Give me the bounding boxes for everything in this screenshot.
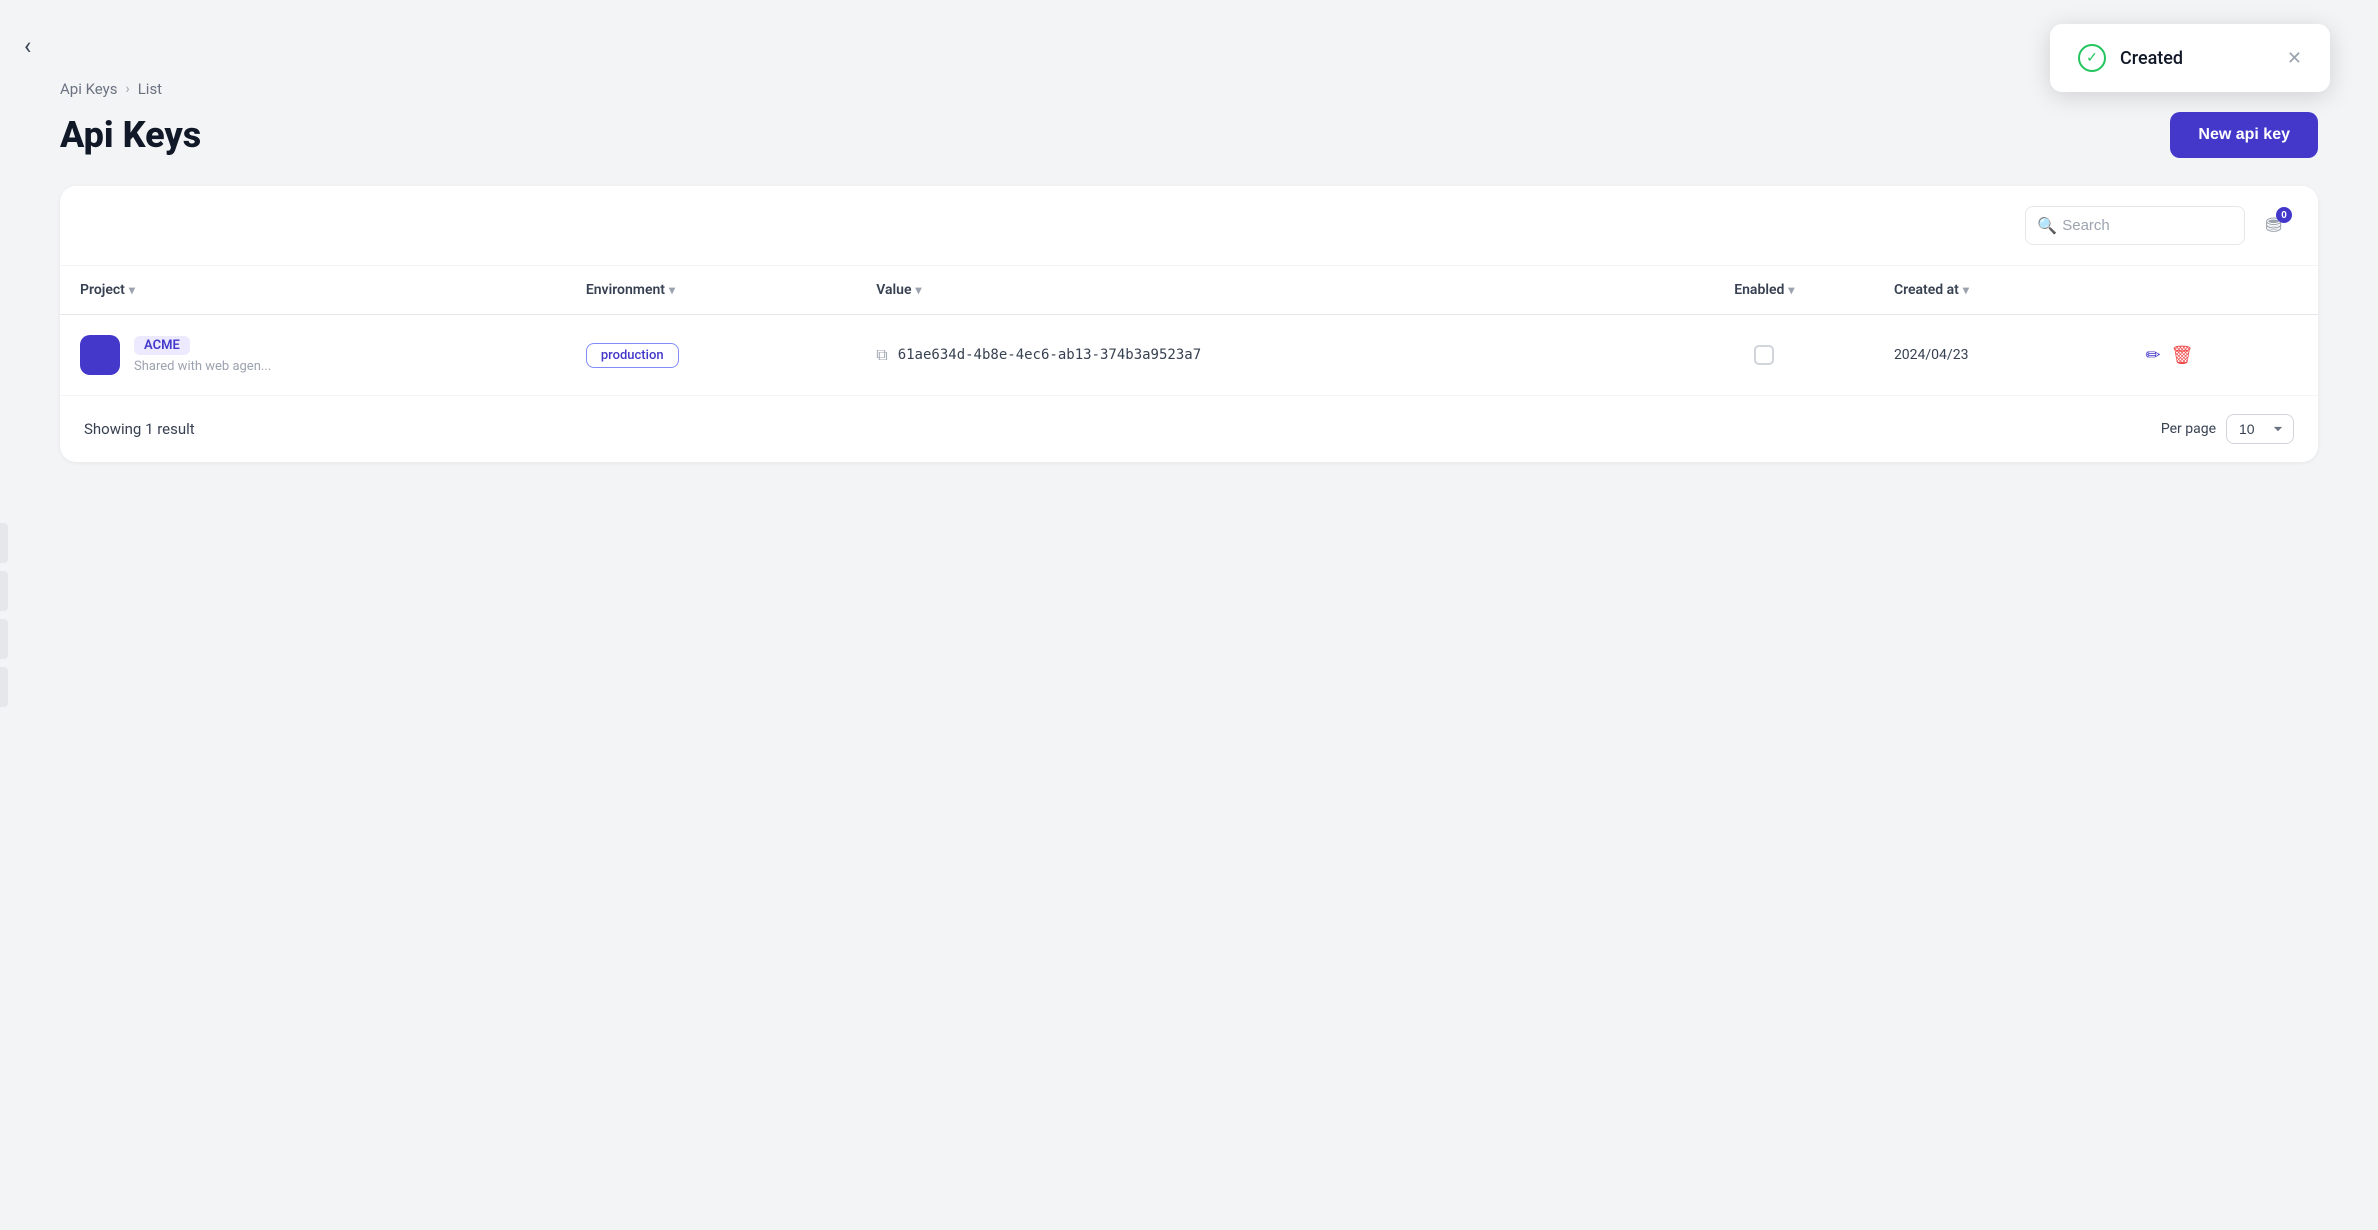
per-page-wrap: Per page 10 25 50 100 — [2161, 414, 2294, 444]
search-input[interactable] — [2025, 206, 2245, 245]
breadcrumb-parent[interactable]: Api Keys — [60, 80, 118, 98]
actions-cell: ✏ 🗑 — [2126, 315, 2319, 396]
environment-cell: production — [566, 315, 856, 396]
project-avatar — [80, 335, 120, 375]
api-keys-table-card: 🔍 ⛃ 0 Project ▾ — [60, 186, 2318, 462]
col-value[interactable]: Value ▾ — [856, 266, 1654, 315]
toast-success-icon: ✓ — [2078, 44, 2106, 72]
search-input-wrap: 🔍 — [2025, 206, 2245, 245]
per-page-select[interactable]: 10 25 50 100 — [2226, 414, 2294, 444]
back-button[interactable]: ‹ — [24, 32, 31, 60]
created-at-cell: 2024/04/23 — [1874, 315, 2126, 396]
search-icon: 🔍 — [2037, 216, 2057, 235]
table-row: ACME Shared with web agen... production … — [60, 315, 2318, 396]
toast-message: Created — [2120, 48, 2257, 69]
delete-button[interactable]: 🗑 — [2171, 345, 2194, 366]
sort-value-icon: ▾ — [916, 283, 922, 297]
col-created-at[interactable]: Created at ▾ — [1874, 266, 2126, 315]
filter-button[interactable]: ⛃ 0 — [2257, 209, 2290, 242]
col-environment[interactable]: Environment ▾ — [566, 266, 856, 315]
edit-button[interactable]: ✏ — [2146, 345, 2161, 366]
sidebar-peek — [0, 523, 8, 707]
environment-badge: production — [586, 343, 679, 368]
project-description: Shared with web agen... — [134, 359, 271, 374]
main-content: Api Keys › List Api Keys New api key 🔍 ⛃… — [0, 0, 2378, 502]
per-page-label: Per page — [2161, 421, 2216, 437]
value-cell: ⧉ 61ae634d-4b8e-4ec6-ab13-374b3a9523a7 — [856, 315, 1654, 396]
toast-notification: ✓ Created ✕ — [2050, 24, 2330, 92]
project-name-badge: ACME — [134, 336, 190, 355]
table-body: ACME Shared with web agen... production … — [60, 315, 2318, 396]
breadcrumb-separator: › — [126, 81, 130, 97]
api-key-value: 61ae634d-4b8e-4ec6-ab13-374b3a9523a7 — [898, 347, 1201, 363]
sort-enabled-icon: ▾ — [1788, 283, 1794, 297]
new-api-key-button[interactable]: New api key — [2170, 112, 2318, 158]
breadcrumb-current: List — [138, 80, 162, 98]
page-header: Api Keys New api key — [60, 112, 2318, 158]
table-footer: Showing 1 result Per page 10 25 50 100 — [60, 395, 2318, 462]
col-actions — [2126, 266, 2319, 315]
sort-project-icon: ▾ — [129, 283, 135, 297]
filter-badge: 0 — [2276, 207, 2292, 223]
enabled-cell — [1655, 315, 1874, 396]
page-title: Api Keys — [60, 114, 201, 156]
enabled-checkbox[interactable] — [1754, 345, 1774, 365]
project-cell: ACME Shared with web agen... — [60, 315, 566, 396]
table-toolbar: 🔍 ⛃ 0 — [60, 186, 2318, 266]
copy-icon[interactable]: ⧉ — [876, 345, 887, 365]
sort-environment-icon: ▾ — [669, 283, 675, 297]
col-project[interactable]: Project ▾ — [60, 266, 566, 315]
project-info: ACME Shared with web agen... — [134, 336, 271, 374]
api-keys-table: Project ▾ Environment ▾ Value ▾ — [60, 266, 2318, 395]
showing-result-text: Showing 1 result — [84, 420, 195, 438]
search-container: 🔍 ⛃ 0 — [2025, 206, 2290, 245]
sort-created-at-icon: ▾ — [1963, 283, 1969, 297]
table-header: Project ▾ Environment ▾ Value ▾ — [60, 266, 2318, 315]
breadcrumb: Api Keys › List — [60, 80, 2318, 98]
col-enabled[interactable]: Enabled ▾ — [1655, 266, 1874, 315]
toast-close-button[interactable]: ✕ — [2287, 48, 2302, 69]
